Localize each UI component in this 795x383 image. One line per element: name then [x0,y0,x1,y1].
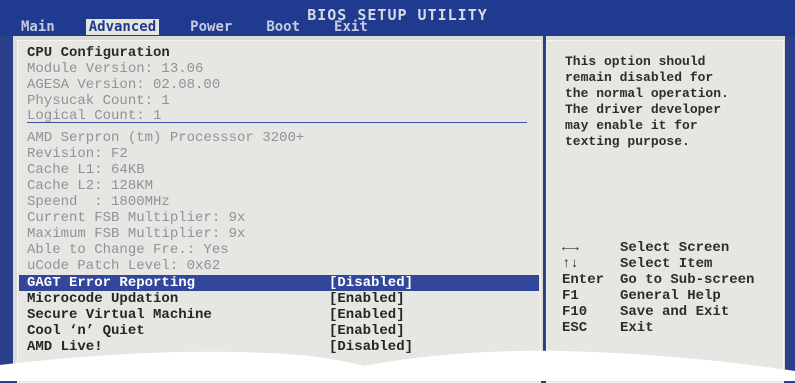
key-desc: Save and Exit [620,304,730,320]
key-label: Enter [562,272,605,288]
tab-power[interactable]: Power [187,19,235,35]
panel-divider [543,36,546,381]
key-desc: Select Screen [620,240,730,256]
physical-count: Physucak Count: 1 [27,93,170,109]
arrows-lr-icon: ←→ [562,240,579,256]
key-desc: Select Item [620,256,713,272]
module-version: Module Version: 13.06 [27,61,204,77]
processor-name: AMD Serpron (tm) Processsor 3200+ [27,130,305,146]
section-separator [27,122,527,123]
setting-label-microcode[interactable]: Microcode Updation [27,291,178,307]
help-text: This option should remain disabled for t… [565,54,729,149]
page-curl-decoration [0,350,795,381]
cache-l1: Cache L1: 64KB [27,162,145,178]
setting-label-cool-n-quiet[interactable]: Cool ‘n’ Quiet [27,323,145,339]
current-fsb: Current FSB Multiplier: 9x [27,210,246,226]
arrows-ud-icon: ↑↓ [562,256,579,272]
maximum-fsb: Maximum FSB Multiplier: 9x [27,226,246,242]
key-label: ESC [562,320,588,336]
able-change: Able to Change Fre.: Yes [27,242,229,258]
setting-value-microcode[interactable]: [Enabled] [329,291,405,307]
speed: Speend : 1800MHz [27,194,170,210]
key-label: F10 [562,304,588,320]
top-menu: Main Advanced Power Boot Exit [18,19,399,35]
setting-value-svm[interactable]: [Enabled] [329,307,405,323]
key-desc: General Help [620,288,721,304]
setting-value-gagt[interactable]: [Disabled] [329,275,413,291]
key-desc: Go to Sub-screen [620,272,755,288]
agesa-version: AGESA Version: 02.08.00 [27,77,221,93]
ucode-patch: uCode Patch Level: 0x62 [27,258,221,274]
setting-label-gagt[interactable]: GAGT Error Reporting [27,275,195,291]
setting-value-cool-n-quiet[interactable]: [Enabled] [329,323,405,339]
tab-advanced[interactable]: Advanced [85,19,160,35]
key-row: F1 General Help [562,288,782,304]
key-row: ←→ Select Screen [562,240,782,256]
title-bar: BIOS SETUP UTILITY Main Advanced Power B… [0,0,795,36]
cache-l2: Cache L2: 128KM [27,178,154,194]
setting-label-svm[interactable]: Secure Virtual Machine [27,307,212,323]
key-row: ↑↓ Select Item [562,256,782,272]
key-legend: ←→ Select Screen ↑↓ Select Item Enter Go… [562,240,782,336]
tab-boot[interactable]: Boot [263,19,303,35]
key-row: ESC Exit [562,320,782,336]
key-row: F10 Save and Exit [562,304,782,320]
key-desc: Exit [620,320,654,336]
section-title: CPU Configuration [27,45,170,61]
revision: Revision: F2 [27,146,128,162]
tab-exit[interactable]: Exit [331,19,371,35]
tab-main[interactable]: Main [18,19,58,35]
key-row: Enter Go to Sub-screen [562,272,782,288]
key-label: F1 [562,288,579,304]
